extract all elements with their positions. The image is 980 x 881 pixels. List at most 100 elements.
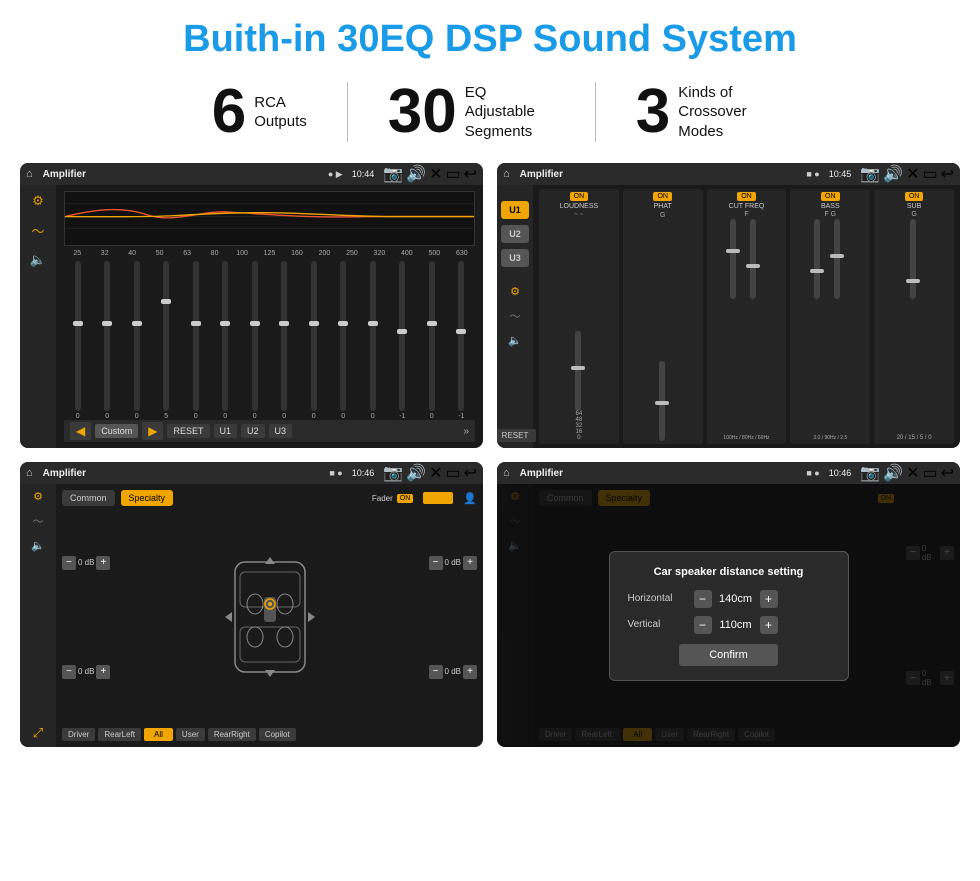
loudness-on[interactable]: ON [570,192,589,201]
page-title: Buith-in 30EQ DSP Sound System [0,0,980,71]
rl-vol: − 0 dB + [62,665,110,679]
wave-icon[interactable]: 〜 [31,221,44,240]
close-icon[interactable]: ✕ [429,164,442,184]
eq-slider-track[interactable] [75,261,81,411]
home-icon[interactable]: ⌂ [26,168,33,180]
rearleft-btn[interactable]: RearLeft [98,728,141,741]
speaker-icon[interactable]: 🔈 [30,252,46,268]
back-icon-2[interactable]: ↩ [941,164,954,184]
play-button[interactable]: ▶ [142,422,163,440]
screen-speaker-pos: ⌂ Amplifier ■ ● 10:46 📷 🔊 ✕ ▭ ↩ ⚙ 〜 🔈 ⤢ … [20,462,483,747]
horizontal-plus[interactable]: + [760,590,778,608]
cutfreq-on[interactable]: ON [737,192,756,201]
u3-select[interactable]: U3 [501,249,529,267]
cutfreq-param: F [744,211,748,218]
eq-label: 400 [394,250,420,257]
eq-icon[interactable]: ⚙ [32,193,44,209]
fader-on[interactable]: ON [397,494,414,503]
all-btn[interactable]: All [144,728,173,741]
driver-btn[interactable]: Driver [62,728,95,741]
reset-btn-s2[interactable]: RESET [497,429,536,442]
eq-label: 320 [366,250,392,257]
home-icon-4[interactable]: ⌂ [503,467,510,479]
stat-crossover: 3 Kinds of Crossover Modes [596,81,808,143]
rr-vol: − 0 dB + [429,665,477,679]
close-icon-3[interactable]: ✕ [429,463,442,483]
back-icon-4[interactable]: ↩ [941,463,954,483]
bass-on[interactable]: ON [821,192,840,201]
vertical-plus[interactable]: + [760,616,778,634]
rl-plus[interactable]: + [96,665,110,679]
phat-on[interactable]: ON [653,192,672,201]
specialty-btn[interactable]: Specialty [121,490,174,506]
horizontal-minus[interactable]: − [694,590,712,608]
eq-label: 630 [449,250,475,257]
window-icon: ▭ [445,164,460,184]
eq-slider-col: 5 [153,261,181,420]
user-btn[interactable]: User [176,728,205,741]
screen3-status-icons: 📷 🔊 ✕ ▭ ↩ [383,463,477,483]
fader-slider[interactable] [423,492,453,504]
rearright-btn[interactable]: RearRight [208,728,256,741]
stat-number-crossover: 3 [636,81,670,143]
rl-minus[interactable]: − [62,665,76,679]
screen1-topbar: ⌂ Amplifier ● ▶ 10:44 📷 🔊 ✕ ▭ ↩ [20,163,483,185]
prev-button[interactable]: ◀ [70,422,91,440]
sub-on[interactable]: ON [905,192,924,201]
home-icon-3[interactable]: ⌂ [26,467,33,479]
reset-button[interactable]: RESET [167,424,209,438]
home-icon-2[interactable]: ⌂ [503,168,510,180]
close-icon-4[interactable]: ✕ [906,463,919,483]
fr-plus[interactable]: + [463,556,477,570]
screen4-title: Amplifier [520,468,801,479]
stats-row: 6 RCA Outputs 30 EQ Adjustable Segments … [0,71,980,157]
u1-button[interactable]: U1 [214,424,238,438]
channel-cutfreq: ON CUT FREQ F 100Hz / 80Hz / 60Hz [707,189,787,444]
common-btn[interactable]: Common [62,490,115,506]
eq-icon-2[interactable]: ⚙ [510,285,520,298]
wave-icon-3[interactable]: 〜 [33,513,44,529]
u2-button[interactable]: U2 [241,424,265,438]
channel-loudness: ON LOUDNESS ~~ 644832160 [539,189,619,444]
screen-channel-strips: ⌂ Amplifier ■ ● 10:45 📷 🔊 ✕ ▭ ↩ U1 U2 U3… [497,163,960,448]
fl-vol: − 0 dB + [62,556,110,570]
rr-minus[interactable]: − [429,665,443,679]
more-icon: » [463,426,469,437]
screen1-time: 10:44 [352,169,375,179]
eq-graph [64,191,475,246]
copilot-btn[interactable]: Copilot [259,728,296,741]
eq-slider-col: 0 [241,261,269,420]
fl-minus[interactable]: − [62,556,76,570]
vertical-minus[interactable]: − [694,616,712,634]
u-buttons: U1 U2 U3 [501,201,529,267]
u2-select[interactable]: U2 [501,225,529,243]
u3-button[interactable]: U3 [269,424,293,438]
sub-scale: 20 / 15 / 5 / 0 [897,435,932,441]
back-icon[interactable]: ↩ [464,164,477,184]
settings-icon-3[interactable]: 👤 [463,492,477,505]
cutfreq-freqs: 100Hz / 80Hz / 60Hz [723,435,769,441]
close-icon-2[interactable]: ✕ [906,164,919,184]
bass-params: F G [824,211,836,218]
eq-slider-col: 0 [182,261,210,420]
fl-plus[interactable]: + [96,556,110,570]
sp-bottom-btns: Driver RearLeft All User RearRight Copil… [62,728,477,741]
rl-val: 0 dB [78,667,94,676]
rr-plus[interactable]: + [463,665,477,679]
rr-val: 0 dB [445,667,461,676]
window-icon-4: ▭ [922,463,937,483]
fr-val: 0 dB [445,558,461,567]
eq-icon-3[interactable]: ⚙ [33,490,43,503]
screens-grid: ⌂ Amplifier ● ▶ 10:44 📷 🔊 ✕ ▭ ↩ ⚙ 〜 🔈 [0,157,980,757]
confirm-button[interactable]: Confirm [679,644,778,666]
preset-label: Custom [95,424,138,438]
channel-bass: ON BASS F G 3.0 / 90Hz / 2.5 [790,189,870,444]
fr-minus[interactable]: − [429,556,443,570]
volume-icon-2: 🔊 [883,164,903,184]
expand-icon-3[interactable]: ⤢ [33,725,43,741]
u1-select[interactable]: U1 [501,201,529,219]
wave-icon-2[interactable]: 〜 [510,308,521,324]
speaker-icon-3[interactable]: 🔈 [31,539,45,552]
back-icon-3[interactable]: ↩ [464,463,477,483]
speaker-icon-2[interactable]: 🔈 [508,334,522,347]
